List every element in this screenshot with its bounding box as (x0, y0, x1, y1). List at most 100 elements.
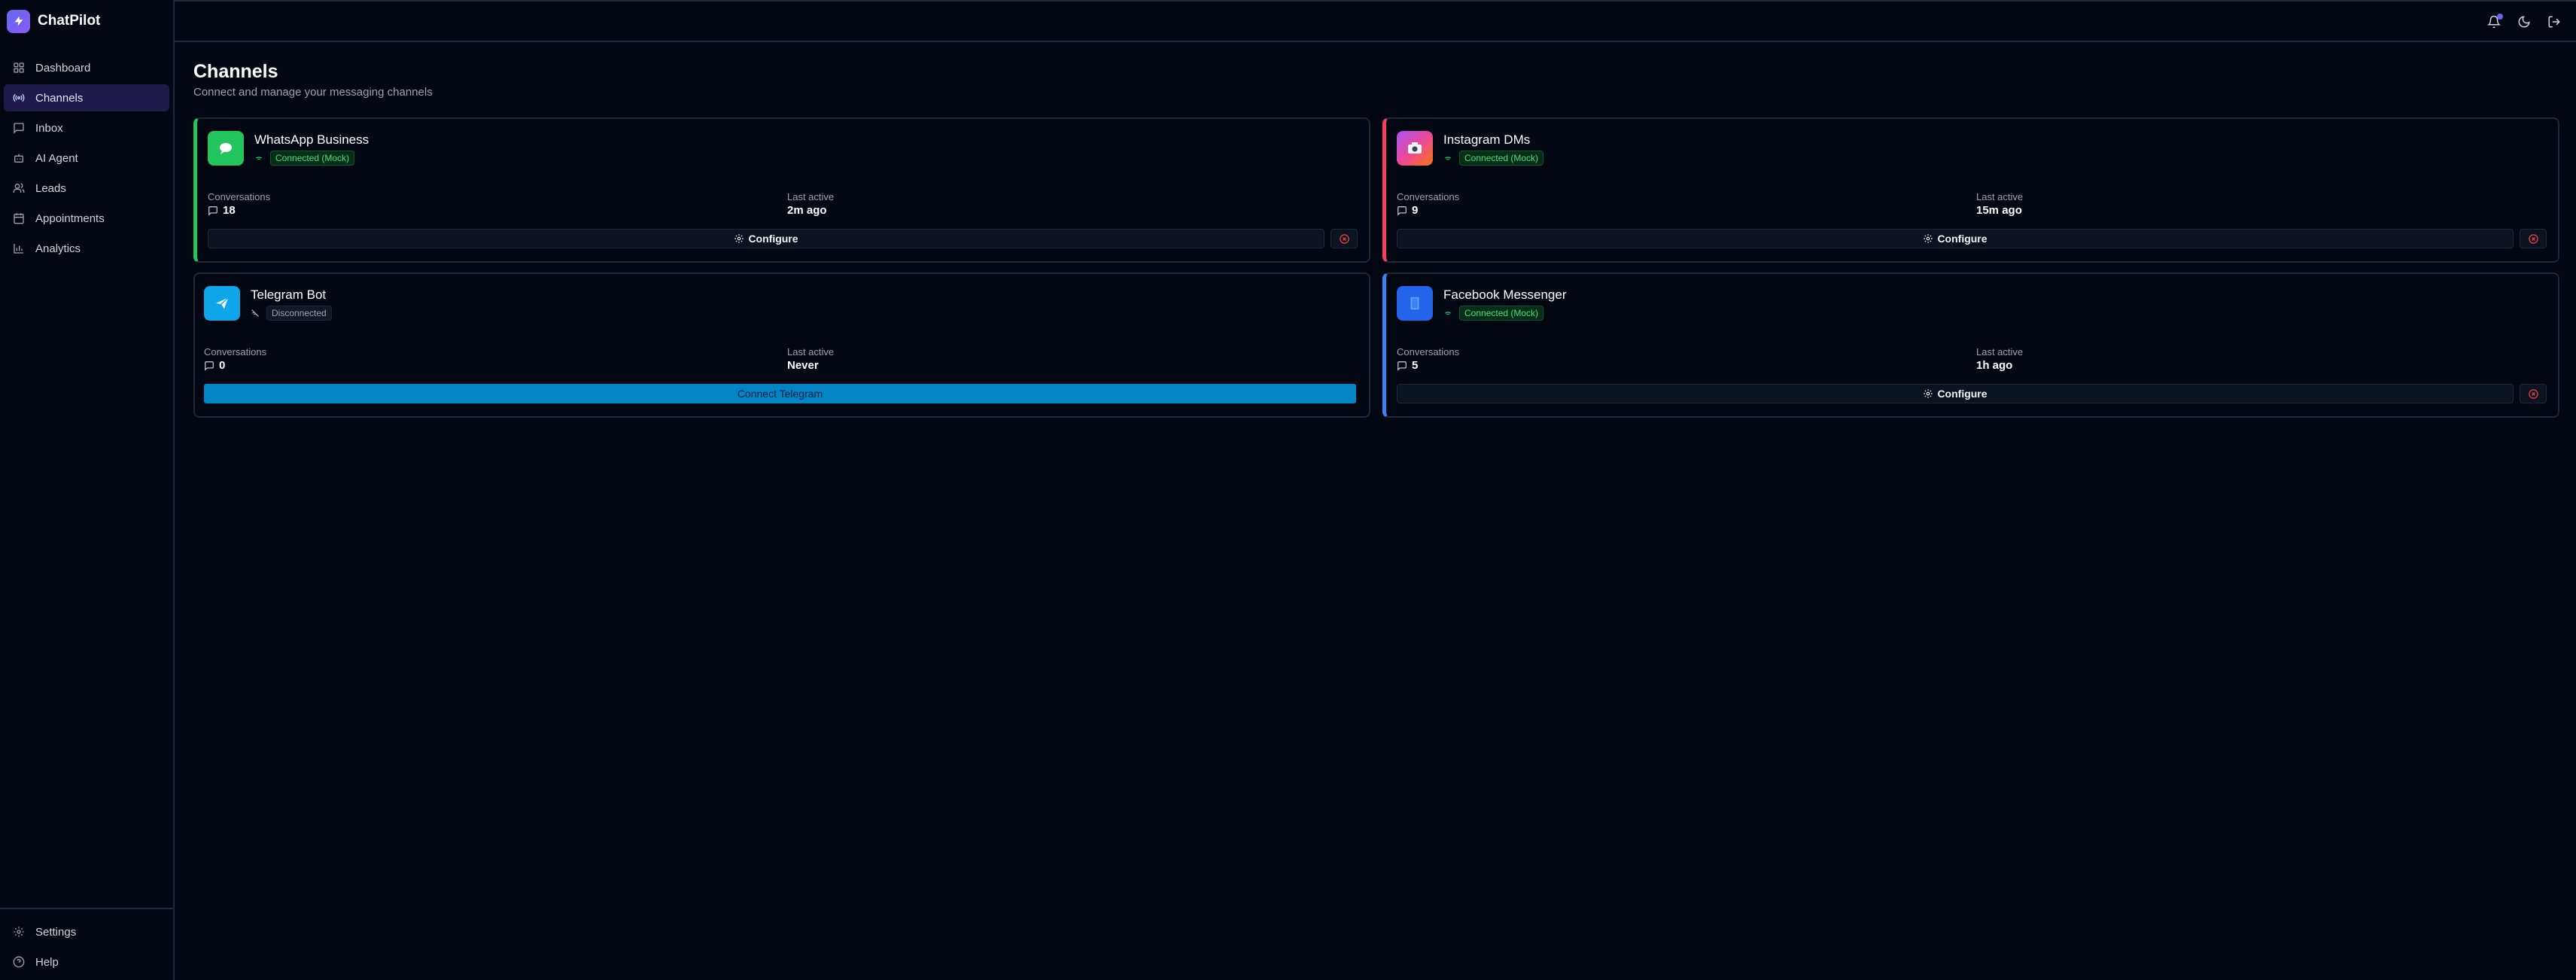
page-subtitle: Connect and manage your messaging channe… (193, 86, 433, 99)
conversations-label: Conversations (1397, 346, 1460, 358)
configure-label: Configure (1937, 388, 1988, 400)
radio-icon (13, 93, 25, 102)
channel-card-instagram: Instagram DMs Connected (Mock) Conversat… (1382, 117, 2559, 263)
messenger-icon (1397, 286, 1433, 321)
status-badge: Connected (Mock) (270, 151, 355, 166)
conversations-count: 5 (1412, 359, 1419, 372)
status-badge: Connected (Mock) (1459, 151, 1544, 166)
conversations-label: Conversations (204, 346, 267, 358)
x-circle-icon (1339, 233, 1349, 244)
main-content: Channels Connect and manage your messagi… (193, 42, 2561, 418)
logout-icon (2548, 16, 2560, 28)
disconnect-button[interactable] (1331, 229, 1358, 248)
sidebar-item-label: AI Agent (35, 151, 78, 165)
connect-telegram-button[interactable]: Connect Telegram (204, 384, 1356, 403)
conversations-value: 18 (208, 204, 236, 217)
sidebar-footer: Settings Help (0, 908, 173, 980)
gear-icon (1924, 389, 1933, 398)
conversations-value: 9 (1397, 204, 1418, 217)
gear-icon (1924, 234, 1933, 243)
channel-name: WhatsApp Business (254, 132, 370, 147)
bar-chart-icon (14, 244, 23, 254)
channel-card-whatsapp: WhatsApp Business Connected (Mock) Conve… (193, 117, 1370, 263)
sidebar-item-dashboard[interactable]: Dashboard (4, 54, 169, 81)
sidebar-item-appointments[interactable]: Appointments (4, 205, 169, 232)
sidebar-item-ai-agent[interactable]: AI Agent (4, 145, 169, 172)
page-title: Channels (193, 61, 278, 82)
status-row: Connected (Mock) (1443, 306, 1544, 321)
sidebar: ChatPilot Dashboard Channels Inbox AI Ag… (0, 0, 175, 980)
message-icon (205, 361, 214, 371)
sidebar-item-label: Leads (35, 181, 66, 195)
last-active-value: 2m ago (787, 204, 827, 217)
sidebar-item-help[interactable]: Help (4, 948, 169, 975)
sidebar-item-label: Dashboard (35, 61, 91, 75)
logout-button[interactable] (2547, 15, 2561, 29)
app-name: ChatPilot (38, 13, 101, 29)
conversations-count: 18 (223, 204, 236, 217)
message-icon (1397, 361, 1407, 371)
last-active-label: Last active (787, 346, 835, 358)
status-badge: Connected (Mock) (1459, 306, 1544, 321)
theme-toggle-button[interactable] (2517, 15, 2531, 29)
wifi-icon (1445, 312, 1451, 317)
status-row: Disconnected (251, 306, 332, 321)
last-active-label: Last active (787, 191, 835, 202)
configure-button[interactable]: Configure (208, 229, 1324, 248)
configure-button[interactable]: Configure (1397, 229, 2514, 248)
sidebar-item-label: Help (35, 955, 59, 969)
help-circle-icon (13, 956, 25, 968)
channel-card-facebook: Facebook Messenger Connected (Mock) Conv… (1382, 272, 2559, 418)
sidebar-item-analytics[interactable]: Analytics (4, 235, 169, 262)
channel-name: Facebook Messenger (1443, 288, 1567, 302)
wifi-off-icon (251, 309, 259, 317)
wifi-icon (1445, 157, 1451, 162)
last-active-value: 1h ago (1976, 359, 2013, 372)
camera-icon (1397, 131, 1433, 166)
sidebar-item-inbox[interactable]: Inbox (4, 114, 169, 142)
whatsapp-icon (208, 131, 244, 166)
moon-icon (2518, 16, 2530, 28)
configure-button[interactable]: Configure (1397, 384, 2514, 403)
notification-dot (2497, 14, 2503, 20)
sidebar-item-label: Analytics (35, 242, 81, 255)
status-row: Connected (Mock) (254, 151, 355, 166)
brand[interactable]: ChatPilot (0, 0, 173, 42)
gear-icon (14, 927, 24, 937)
sidebar-item-label: Appointments (35, 212, 105, 225)
sidebar-item-leads[interactable]: Leads (4, 175, 169, 202)
x-circle-icon (2528, 388, 2538, 399)
last-active-label: Last active (1976, 191, 2024, 202)
topbar (175, 0, 2576, 42)
disconnect-button[interactable] (2520, 384, 2547, 403)
sidebar-item-channels[interactable]: Channels (4, 84, 169, 111)
disconnect-button[interactable] (2520, 229, 2547, 248)
configure-label: Configure (748, 233, 798, 245)
conversations-label: Conversations (208, 191, 271, 202)
users-icon (13, 183, 25, 193)
sidebar-item-settings[interactable]: Settings (4, 918, 169, 945)
x-circle-icon (2528, 233, 2538, 244)
configure-label: Configure (1937, 233, 1988, 245)
message-icon (14, 123, 24, 134)
sidebar-item-label: Channels (35, 91, 84, 105)
calendar-icon (14, 213, 24, 224)
bolt-icon (7, 9, 30, 33)
channel-card-telegram: Telegram Bot Disconnected Conversations … (193, 272, 1370, 418)
sidebar-nav: Dashboard Channels Inbox AI Agent Leads … (0, 54, 173, 262)
message-icon (208, 205, 217, 216)
channel-name: Instagram DMs (1443, 132, 1531, 147)
status-badge: Disconnected (266, 306, 332, 321)
wifi-icon (256, 157, 262, 162)
channel-name: Telegram Bot (251, 288, 327, 302)
app-root: ChatPilot Dashboard Channels Inbox AI Ag… (0, 0, 2576, 980)
conversations-value: 0 (204, 359, 225, 372)
conversations-count: 0 (219, 359, 226, 372)
last-active-label: Last active (1976, 346, 2024, 358)
message-icon (1397, 205, 1407, 216)
send-icon (204, 286, 240, 321)
notifications-button[interactable] (2486, 14, 2503, 29)
status-row: Connected (Mock) (1443, 151, 1544, 166)
gear-icon (734, 234, 744, 243)
conversations-value: 5 (1397, 359, 1418, 372)
